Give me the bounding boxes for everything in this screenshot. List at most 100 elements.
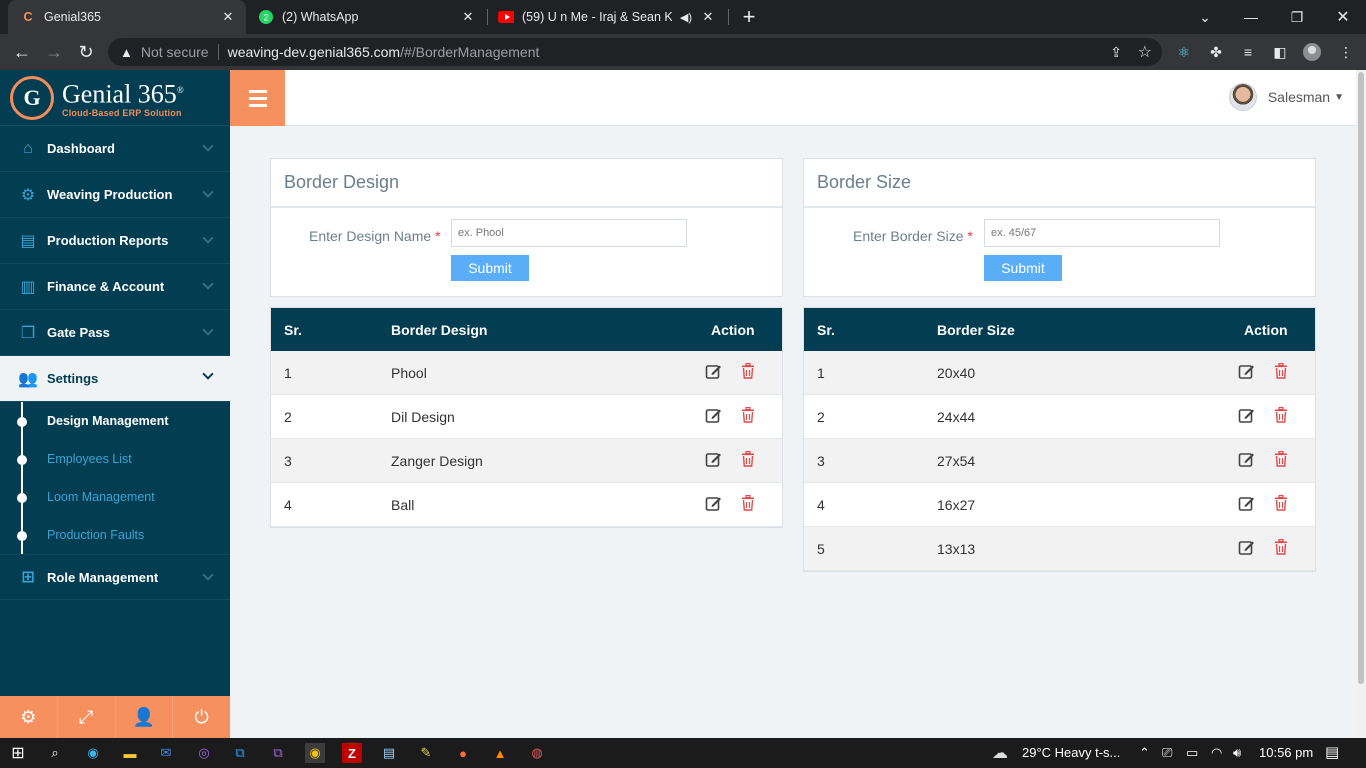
weather-cloud-icon[interactable]: ☁ bbox=[990, 743, 1010, 763]
edit-icon[interactable] bbox=[705, 451, 723, 469]
hamburger-menu-button[interactable] bbox=[230, 70, 285, 126]
edit-icon[interactable] bbox=[1238, 539, 1256, 557]
battery-icon[interactable]: ▭ bbox=[1186, 745, 1198, 761]
github-desktop-icon[interactable]: ◎ bbox=[194, 743, 214, 763]
logo-name: Genial 365 bbox=[62, 79, 177, 109]
edit-icon[interactable] bbox=[705, 363, 723, 381]
postman-icon[interactable]: ● bbox=[453, 743, 473, 763]
url-path[interactable]: /#/BorderManagement bbox=[400, 44, 539, 60]
edit-icon[interactable] bbox=[705, 407, 723, 425]
power-icon[interactable]: ⏻ bbox=[173, 696, 230, 738]
sidebar-item-dashboard[interactable]: ⌂ Dashboard bbox=[0, 126, 230, 172]
share-icon[interactable]: ⇪ bbox=[1110, 44, 1122, 61]
back-icon[interactable]: ← bbox=[10, 40, 34, 64]
trash-icon[interactable] bbox=[741, 450, 757, 469]
profile-avatar-icon[interactable] bbox=[1302, 42, 1322, 62]
edit-icon[interactable] bbox=[1238, 451, 1256, 469]
border-size-input[interactable] bbox=[984, 219, 1220, 247]
design-submit-button[interactable]: Submit bbox=[451, 255, 529, 281]
visual-studio-icon[interactable]: ⧉ bbox=[268, 743, 288, 763]
tab-genial365[interactable]: C Genial365 ✕ bbox=[8, 0, 246, 34]
mail-icon[interactable]: ✉ bbox=[156, 743, 176, 763]
user-icon[interactable]: 👤 bbox=[116, 696, 174, 738]
security-label[interactable]: Not secure bbox=[141, 44, 209, 60]
row-name: 16x27 bbox=[937, 497, 976, 513]
weather-text[interactable]: 29°C Heavy t-s... bbox=[1022, 745, 1120, 760]
react-devtools-icon[interactable]: ⚛ bbox=[1174, 42, 1194, 62]
submenu-dot bbox=[17, 531, 27, 541]
trash-icon[interactable] bbox=[1274, 406, 1290, 425]
trash-icon[interactable] bbox=[1274, 362, 1290, 381]
trash-icon[interactable] bbox=[741, 494, 757, 513]
submenu-item-loom-management[interactable]: Loom Management bbox=[0, 478, 230, 516]
tab-search-icon[interactable]: ⌄ bbox=[1182, 0, 1228, 34]
tab-whatsapp[interactable]: 2 (2) WhatsApp ✕ bbox=[250, 0, 486, 34]
side-panel-icon[interactable]: ◧ bbox=[1270, 42, 1290, 62]
close-tab-icon[interactable]: ✕ bbox=[700, 9, 716, 25]
warning-icon[interactable]: ▲ bbox=[120, 45, 133, 60]
edit-icon[interactable] bbox=[705, 495, 723, 513]
browser-menu-icon[interactable]: ⋮ bbox=[1336, 42, 1356, 62]
trash-icon[interactable] bbox=[741, 406, 757, 425]
app-logo[interactable]: G Genial 365® Cloud-Based ERP Solution bbox=[0, 70, 230, 126]
meet-now-icon[interactable]: ⎚ bbox=[1162, 745, 1172, 761]
address-bar[interactable]: ▲ Not secure weaving-dev.genial365.com /… bbox=[108, 38, 1162, 66]
windows-start-icon[interactable]: ⊞ bbox=[8, 743, 28, 763]
vlc-icon[interactable]: ▲ bbox=[490, 743, 510, 763]
user-menu[interactable]: Salesman ▼ bbox=[1228, 83, 1344, 111]
sidebar-item-gate-pass[interactable]: ❐ Gate Pass bbox=[0, 310, 230, 356]
bookmark-star-icon[interactable]: ☆ bbox=[1138, 42, 1152, 62]
trash-icon[interactable] bbox=[1274, 494, 1290, 513]
close-tab-icon[interactable]: ✕ bbox=[220, 9, 236, 25]
paint-icon[interactable]: ◍ bbox=[527, 743, 547, 763]
speaker-icon[interactable]: ◀) bbox=[680, 11, 692, 24]
trash-icon[interactable] bbox=[1274, 538, 1290, 557]
restore-icon[interactable]: ❐ bbox=[1274, 0, 1320, 34]
chrome-icon[interactable]: ◉ bbox=[305, 743, 325, 763]
reload-icon[interactable]: ↻ bbox=[74, 40, 98, 64]
submenu-item-production-faults[interactable]: Production Faults bbox=[0, 516, 230, 554]
tab-youtube[interactable]: (59) U n Me - Iraj & Sean Kin ◀) ✕ bbox=[490, 0, 726, 34]
sidebar-item-weaving-production[interactable]: ⚙ Weaving Production bbox=[0, 172, 230, 218]
search-icon[interactable]: ⌕ bbox=[45, 743, 65, 763]
clock[interactable]: 10:56 pm bbox=[1259, 745, 1313, 760]
size-submit-button[interactable]: Submit bbox=[984, 255, 1062, 281]
file-explorer-icon[interactable]: ▬ bbox=[120, 743, 140, 763]
minimize-icon[interactable]: — bbox=[1228, 0, 1274, 34]
expand-icon[interactable]: ⤢ bbox=[58, 696, 116, 738]
design-name-input[interactable] bbox=[451, 219, 687, 247]
sidebar-item-settings[interactable]: 👥 Settings bbox=[0, 356, 230, 402]
page-scrollbar[interactable] bbox=[1356, 70, 1366, 738]
sidebar-item-finance-account[interactable]: ▥ Finance & Account bbox=[0, 264, 230, 310]
forward-icon[interactable]: → bbox=[42, 40, 66, 64]
gear-icon[interactable]: ⚙ bbox=[0, 696, 58, 738]
trash-icon[interactable] bbox=[741, 362, 757, 381]
edit-icon[interactable] bbox=[1238, 495, 1256, 513]
tray-chevron-icon[interactable]: ⌃ bbox=[1139, 745, 1150, 761]
notepad-icon[interactable]: ▤ bbox=[379, 743, 399, 763]
edit-icon[interactable] bbox=[1238, 363, 1256, 381]
notifications-icon[interactable]: ▤ bbox=[1325, 743, 1339, 761]
submenu-item-employees-list[interactable]: Employees List bbox=[0, 440, 230, 478]
media-control-icon[interactable]: ≡ bbox=[1238, 42, 1258, 62]
sticky-notes-icon[interactable]: ✎ bbox=[416, 743, 436, 763]
close-tab-icon[interactable]: ✕ bbox=[460, 9, 476, 25]
edge-icon[interactable]: ◉ bbox=[83, 743, 103, 763]
border-size-label: Enter Border Size * bbox=[853, 228, 973, 244]
wifi-icon[interactable]: ◠ bbox=[1211, 745, 1222, 761]
new-tab-icon[interactable]: + bbox=[726, 0, 772, 34]
close-window-icon[interactable]: ✕ bbox=[1320, 0, 1366, 34]
url-host[interactable]: weaving-dev.genial365.com bbox=[228, 44, 401, 60]
filezilla-icon[interactable]: Z bbox=[342, 743, 362, 763]
extensions-icon[interactable]: ✤ bbox=[1206, 42, 1226, 62]
tab-separator bbox=[487, 9, 488, 25]
sidebar-item-role-management[interactable]: ⊞ Role Management bbox=[0, 554, 230, 600]
submenu-label: Production Faults bbox=[47, 528, 145, 542]
edit-icon[interactable] bbox=[1238, 407, 1256, 425]
volume-icon[interactable]: 🔊︎ bbox=[1233, 745, 1241, 761]
scrollbar-thumb[interactable] bbox=[1358, 72, 1364, 684]
submenu-item-design-management[interactable]: Design Management bbox=[0, 402, 230, 440]
vscode-icon[interactable]: ⧉ bbox=[230, 743, 250, 763]
trash-icon[interactable] bbox=[1274, 450, 1290, 469]
sidebar-item-production-reports[interactable]: ▤ Production Reports bbox=[0, 218, 230, 264]
